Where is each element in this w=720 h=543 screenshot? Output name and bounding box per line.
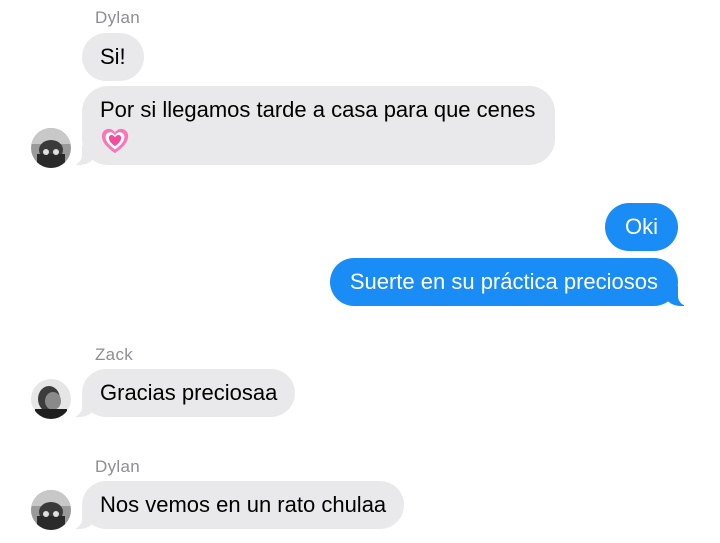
message-bubble-incoming[interactable]: Si!	[82, 33, 144, 81]
message-bubble-incoming[interactable]: Nos vemos en un rato chulaa	[71, 481, 405, 529]
avatar[interactable]	[31, 379, 71, 419]
message-bubble-incoming[interactable]: Gracias preciosaa	[71, 369, 296, 417]
heart-pulse-icon	[101, 129, 129, 154]
sender-name-dylan: Dylan	[95, 457, 140, 476]
message-text: Suerte en su práctica preciosos	[349, 269, 658, 294]
message-text: Por si llegamos tarde a casa para que ce…	[100, 97, 536, 122]
avatar-photo	[31, 490, 71, 530]
sender-name-dylan: Dylan	[95, 8, 140, 27]
avatar[interactable]	[31, 128, 71, 168]
message-bubble-incoming[interactable]: Por si llegamos tarde a casa para que ce…	[72, 86, 555, 166]
sender-name-zack: Zack	[95, 345, 134, 364]
message-bubble-outgoing[interactable]: Suerte en su práctica preciosos	[329, 258, 689, 306]
message-bubble-outgoing[interactable]: Oki	[605, 203, 678, 251]
message-text: Oki	[625, 214, 658, 239]
avatar-photo	[31, 379, 71, 419]
avatar[interactable]	[31, 490, 71, 530]
message-text: Nos vemos en un rato chulaa	[100, 492, 387, 517]
avatar-photo	[31, 128, 71, 168]
message-text: Si!	[100, 44, 126, 69]
message-text: Gracias preciosaa	[100, 380, 278, 405]
